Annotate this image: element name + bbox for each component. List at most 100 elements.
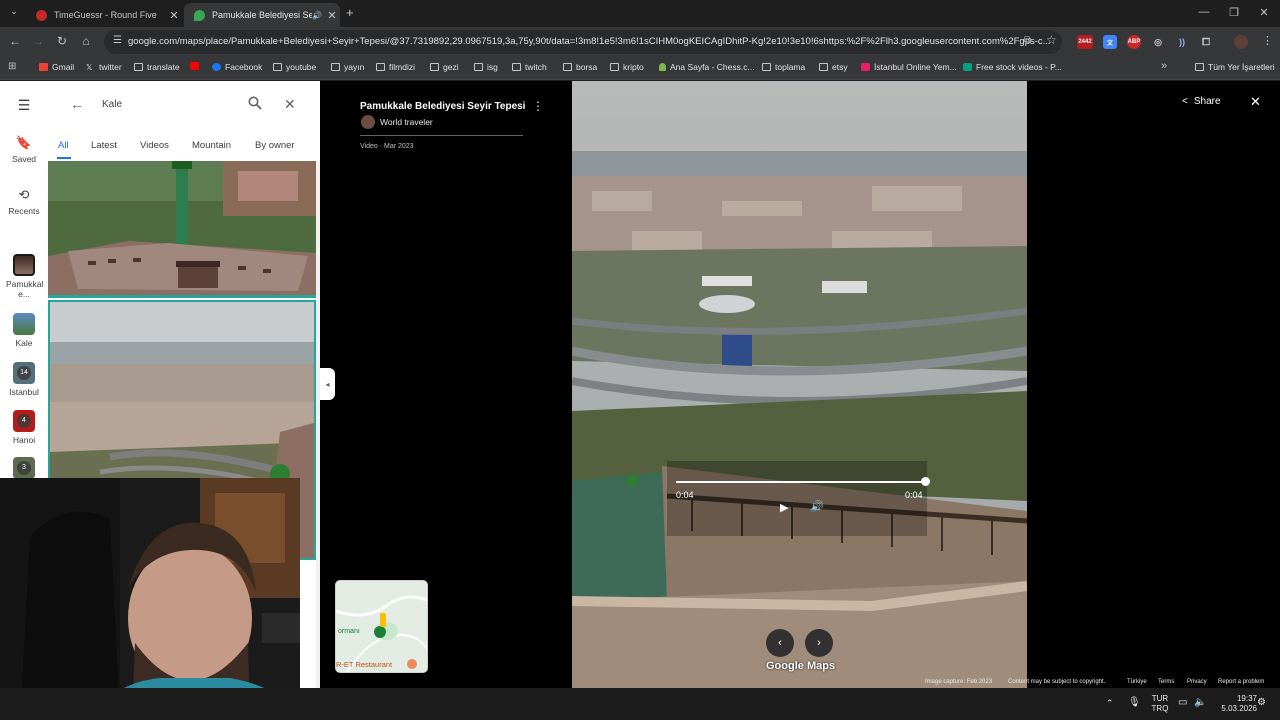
bookmark-star-icon[interactable]: ☆ <box>1046 33 1057 47</box>
home-icon[interactable]: ⌂ <box>78 34 94 48</box>
recent-hanoi[interactable]: 4 Hanoi <box>0 410 48 445</box>
folder-icon <box>376 63 385 71</box>
restore-icon[interactable]: ❐ <box>1224 6 1244 19</box>
chip-by-owner[interactable]: By owner <box>255 140 295 151</box>
chip-mountain[interactable]: Mountain <box>192 140 231 151</box>
extensions-puzzle-icon[interactable]: ⧠ <box>1199 35 1213 49</box>
search-icon[interactable] <box>248 96 262 113</box>
close-search-icon[interactable]: ✕ <box>284 96 296 113</box>
close-window-icon[interactable]: ✕ <box>1254 6 1274 19</box>
privacy-link[interactable]: Privacy <box>1187 679 1207 685</box>
network-icon[interactable]: ▭ <box>1178 697 1187 708</box>
apps-grid-icon[interactable]: ⊞ <box>8 61 16 72</box>
close-viewer-icon[interactable]: ✕ <box>1250 94 1261 110</box>
language-indicator[interactable]: TUR TRQ <box>1148 694 1172 714</box>
back-arrow-icon[interactable]: ← <box>70 96 84 112</box>
search-row: ← Kale ✕ <box>48 81 320 129</box>
bookmark-filmdizi[interactable]: filmdizi <box>376 62 415 72</box>
bookmark-isg[interactable]: isg <box>474 62 498 72</box>
bookmark-istanbul-yemek[interactable]: İstanbul Online Yem... <box>861 62 957 72</box>
rail-saved[interactable]: 🔖 Saved <box>0 135 48 164</box>
report-problem-link[interactable]: Report a problem <box>1218 679 1264 685</box>
bookmark-gezi[interactable]: gezi <box>430 62 459 72</box>
forward-icon[interactable]: → <box>30 34 46 48</box>
profile-avatar[interactable] <box>1234 35 1248 49</box>
terms-link[interactable]: Terms <box>1158 679 1174 685</box>
search-input[interactable]: Kale <box>102 99 122 110</box>
bookmarks-overflow-icon[interactable]: » <box>1161 60 1167 72</box>
chip-all[interactable]: All <box>58 140 69 151</box>
close-tab-icon[interactable]: ✕ <box>166 9 182 22</box>
bookmark-twitter[interactable]: 𝕏twitter <box>86 62 122 72</box>
selected-chip-indicator <box>57 157 71 159</box>
site-info-icon[interactable]: ☰ <box>113 35 122 46</box>
media-thumbnail-1[interactable] <box>48 161 316 298</box>
bookmark-yayin[interactable]: yayın <box>331 62 364 72</box>
rail-recents[interactable]: ⟲ Recents <box>0 187 48 216</box>
share-button[interactable]: < Share <box>1182 96 1221 107</box>
new-tab-button[interactable]: + <box>346 5 354 20</box>
bookmark-gmail[interactable]: Gmail <box>39 62 74 72</box>
bookmark-youtube-video[interactable] <box>190 62 203 70</box>
place-title[interactable]: Pamukkale Belediyesi Seyir Tepesi <box>360 101 525 112</box>
region-link[interactable]: Türkiye <box>1127 679 1147 685</box>
bookmark-twitch[interactable]: twitch <box>512 62 547 72</box>
author-avatar[interactable] <box>361 115 375 129</box>
bookmark-etsy[interactable]: etsy <box>819 62 848 72</box>
bookmark-borsa[interactable]: borsa <box>563 62 597 72</box>
divider <box>360 135 523 136</box>
back-icon[interactable]: ← <box>7 34 23 48</box>
install-app-icon[interactable]: ⧉ <box>1024 35 1031 46</box>
bookmark-translate[interactable]: translate <box>134 62 180 72</box>
recent-istanbul[interactable]: 14 Istanbul <box>0 362 48 397</box>
bookmark-youtube[interactable]: youtube <box>273 62 316 72</box>
url-text: google.com/maps/place/Pamukkale+Belediye… <box>128 36 1051 47</box>
tab-strip: ⌄ TimeGuessr - Round Five ✕ Pamukkale Be… <box>0 0 1280 27</box>
translate-extension-icon[interactable]: 文 <box>1103 35 1117 49</box>
tray-overflow-icon[interactable]: ⌃ <box>1106 698 1114 709</box>
bookmark-pexels[interactable]: Free stock videos - P... <box>963 62 1062 72</box>
video-progress-bar[interactable] <box>676 481 926 483</box>
reload-icon[interactable]: ↻ <box>54 34 70 48</box>
recent-kale[interactable]: Kale <box>0 313 48 348</box>
folder-icon <box>512 63 521 71</box>
microphone-icon[interactable]: 🎙 <box>1128 697 1141 708</box>
mini-map[interactable]: ormanı R-ET Restaurant <box>335 580 428 673</box>
tab-search-button[interactable]: ⌄ <box>6 6 22 22</box>
bookmark-facebook[interactable]: Facebook <box>212 62 262 72</box>
tab-timeguessr[interactable]: TimeGuessr - Round Five ✕ <box>26 3 182 27</box>
adblock-extension-icon[interactable]: ABP <box>1127 35 1141 49</box>
facebook-icon <box>212 63 221 71</box>
recent-pamukkale[interactable]: Pamukkal e... <box>0 254 48 299</box>
audio-playing-icon[interactable]: 🔊 <box>312 11 322 20</box>
next-media-button[interactable]: › <box>805 629 833 657</box>
chip-videos[interactable]: Videos <box>140 140 169 151</box>
address-bar[interactable]: ☰ google.com/maps/place/Pamukkale+Beledi… <box>104 30 1062 54</box>
notification-icon[interactable]: ⚙ <box>1257 697 1266 708</box>
more-options-icon[interactable]: ⋮ <box>532 99 544 113</box>
chip-latest[interactable]: Latest <box>91 140 117 151</box>
volume-icon[interactable]: 🔊 <box>810 500 824 513</box>
menu-hamburger-icon[interactable]: ☰ <box>0 97 48 114</box>
glasses-extension-icon[interactable]: ◎ <box>1151 35 1165 49</box>
count-badge: 3 <box>17 461 31 475</box>
close-tab-icon[interactable]: ✕ <box>324 9 340 22</box>
play-icon[interactable]: ▶ <box>780 501 788 514</box>
author-name[interactable]: World traveler <box>380 117 433 127</box>
collapse-panel-button[interactable]: ◂ <box>320 368 335 400</box>
speed-extension-icon[interactable]: )) <box>1175 35 1189 49</box>
bookmark-kripto[interactable]: kripto <box>610 62 644 72</box>
minimize-icon[interactable]: — <box>1194 6 1214 18</box>
bookmark-toplama[interactable]: toplama <box>762 62 805 72</box>
video-current-time: 0:04 <box>676 490 694 500</box>
extension-red-icon[interactable]: 2442 <box>1077 35 1093 49</box>
video-player[interactable] <box>572 81 1027 688</box>
bookmark-chess[interactable]: Ana Sayfa - Chess.c... <box>659 62 755 72</box>
previous-media-button[interactable]: ‹ <box>766 629 794 657</box>
count-badge: 14 <box>17 366 31 380</box>
menu-kebab-icon[interactable]: ⋮ <box>1262 34 1273 47</box>
tab-pamukkale[interactable]: Pamukkale Belediyesi Seyir 🔊 ✕ <box>184 3 340 27</box>
all-bookmarks[interactable]: Tüm Yer İşaretleri <box>1195 62 1275 72</box>
video-progress-knob[interactable] <box>921 477 930 486</box>
clock[interactable]: 19:37 5.03.2026 <box>1201 694 1257 714</box>
